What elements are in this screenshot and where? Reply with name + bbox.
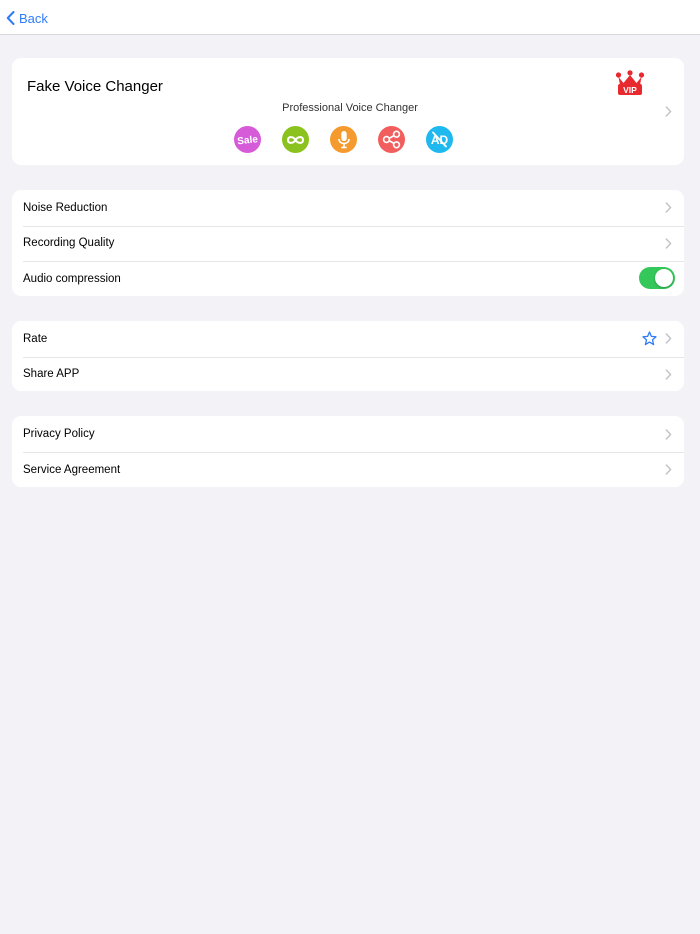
- privacy-policy-label: Privacy Policy: [23, 428, 95, 440]
- feedback-group: Rate Share APP: [12, 321, 684, 391]
- sale-icon[interactable]: Sale: [234, 126, 261, 153]
- back-label: Back: [19, 10, 48, 26]
- rate-row[interactable]: Rate: [12, 321, 684, 356]
- audio-compression-label: Audio compression: [23, 272, 121, 285]
- chevron-right-icon: [665, 428, 672, 440]
- audio-compression-row: Audio compression: [12, 261, 684, 296]
- recording-quality-label: Recording Quality: [23, 237, 115, 249]
- toggle-knob: [655, 269, 673, 287]
- vip-crown-icon[interactable]: VIP: [615, 70, 645, 97]
- chevron-right-icon: [665, 202, 672, 213]
- legal-group: Privacy Policy Service Agreement: [12, 416, 684, 487]
- privacy-policy-row[interactable]: Privacy Policy: [12, 417, 684, 452]
- audio-compression-toggle[interactable]: [639, 267, 675, 289]
- infinity-icon[interactable]: [282, 126, 309, 153]
- microphone-icon[interactable]: [330, 126, 357, 153]
- star-icon: [642, 331, 657, 346]
- chevron-right-icon: [665, 464, 672, 475]
- service-agreement-label: Service Agreement: [23, 463, 121, 476]
- chevron-right-icon: [665, 237, 672, 249]
- sale-badge: Sale: [237, 134, 259, 147]
- share-icon[interactable]: [378, 126, 405, 153]
- microphone-glyph: [337, 131, 350, 149]
- navigation-bar: Back: [0, 0, 700, 35]
- sale-label: Sale: [237, 134, 259, 147]
- recording-quality-row[interactable]: Recording Quality: [12, 225, 684, 261]
- app-subtitle: Professional Voice Changer: [282, 102, 418, 114]
- chevron-right-icon: [665, 333, 672, 344]
- chevron-left-icon: [6, 11, 15, 25]
- service-agreement-row[interactable]: Service Agreement: [12, 452, 684, 487]
- chevron-right-icon: [665, 106, 672, 117]
- noise-reduction-label: Noise Reduction: [23, 201, 108, 214]
- no-ads-icon[interactable]: AD: [426, 126, 453, 153]
- share-app-label: Share APP: [23, 368, 80, 380]
- no-ads-glyph: AD: [431, 131, 448, 148]
- chevron-right-icon: [665, 368, 672, 380]
- settings-group: Noise Reduction Recording Quality Audio …: [12, 190, 684, 296]
- app-title: Fake Voice Changer: [27, 78, 163, 95]
- rate-label: Rate: [23, 332, 48, 345]
- noise-reduction-row[interactable]: Noise Reduction: [12, 190, 684, 225]
- vip-label: VIP: [623, 85, 637, 95]
- infinity-glyph: [286, 135, 305, 144]
- back-button[interactable]: Back: [6, 9, 48, 27]
- share-glyph: [382, 130, 401, 149]
- share-app-row[interactable]: Share APP: [12, 356, 684, 392]
